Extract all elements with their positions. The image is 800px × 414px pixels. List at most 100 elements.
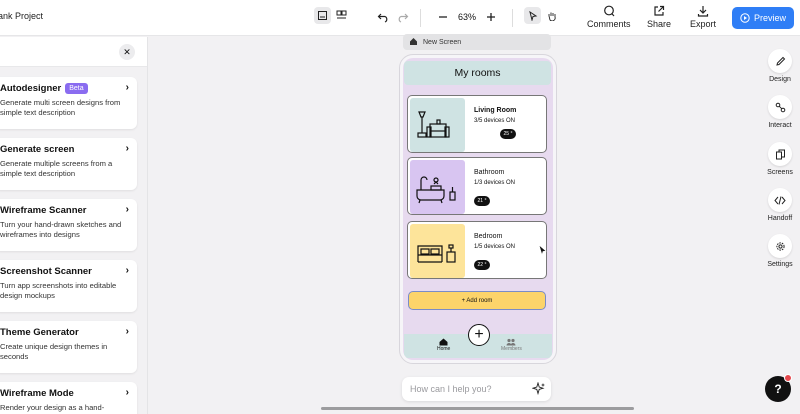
view-toggle [314, 7, 352, 29]
design-label: Design [769, 76, 791, 83]
interact-button[interactable]: Interact [760, 95, 800, 129]
plus-icon: + [474, 326, 484, 343]
undo-icon[interactable] [375, 9, 391, 25]
room-name: Bedroom [474, 233, 503, 240]
settings-label: Settings [767, 261, 793, 268]
pen-icon [775, 56, 785, 66]
top-toolbar: ank Project 63% Comments Share Export Pr… [0, 0, 800, 36]
comment-icon [603, 5, 615, 17]
horizontal-scrollbar[interactable] [321, 407, 634, 410]
room-name: Bathroom [474, 169, 505, 176]
phone-screen[interactable]: My rooms Living Room 3/5 devices ON 25 °… [399, 54, 557, 364]
screen-header: My rooms [404, 61, 551, 85]
add-fab-button[interactable]: + [468, 324, 490, 346]
screen-name-label[interactable]: New Screen [403, 34, 551, 50]
app-window: ank Project 63% Comments Share Export Pr… [0, 0, 800, 414]
tool-card-autodesigner[interactable]: Autodesigner Beta Generate multi screen d… [0, 77, 137, 129]
screen-content: My rooms Living Room 3/5 devices ON 25 °… [403, 58, 553, 360]
tab-home[interactable]: Home [437, 338, 450, 352]
add-room-button[interactable]: + Add room [408, 291, 546, 310]
tab-home-label: Home [437, 346, 451, 352]
close-icon[interactable]: ✕ [119, 44, 135, 60]
ai-assistant-input[interactable]: How can I help you? [402, 377, 551, 401]
comments-label: Comments [587, 19, 631, 29]
tool-card-wireframe-mode[interactable]: Wireframe Mode Render your design as a h… [0, 382, 137, 414]
beta-badge: Beta [65, 83, 88, 94]
tab-members-label: Members [501, 346, 522, 352]
tool-title: Generate screen [0, 144, 75, 155]
tool-description: Render your design as a hand- [0, 403, 105, 412]
room-card-bathroom[interactable]: Bathroom 1/3 devices ON 21 ° [407, 157, 547, 215]
right-sidebar: Design Interact Screens Handoff Settings [760, 37, 800, 414]
project-title[interactable]: ank Project [0, 11, 43, 21]
hand-icon[interactable] [543, 7, 560, 24]
play-icon [740, 13, 750, 23]
room-image-bathroom [410, 160, 465, 214]
screens-label: Screens [767, 169, 793, 176]
room-card-living[interactable]: Living Room 3/5 devices ON 25 ° [407, 95, 547, 153]
sofa-icon [417, 111, 450, 138]
link-nodes-icon [775, 102, 785, 112]
tool-card-screenshot-scanner[interactable]: Screenshot Scanner Turn app screenshots … [0, 260, 137, 312]
tool-title: Theme Generator [0, 327, 79, 338]
code-icon [774, 195, 786, 205]
comments-button[interactable]: Comments [587, 5, 631, 29]
tool-description: Generate multi screen designs from simpl… [0, 98, 121, 117]
room-devices: 3/5 devices ON [474, 118, 516, 124]
pointer-icon[interactable] [524, 7, 541, 24]
tool-card-theme-generator[interactable]: Theme Generator Create unique design the… [0, 321, 137, 373]
home-icon [410, 38, 417, 45]
settings-button[interactable]: Settings [760, 234, 800, 268]
members-icon [506, 338, 516, 346]
redo-icon[interactable] [395, 9, 411, 25]
room-card-bedroom[interactable]: Bedroom 1/5 devices ON 22 ° [407, 221, 547, 279]
preview-button[interactable]: Preview [732, 7, 794, 29]
room-devices: 1/3 devices ON [474, 180, 516, 186]
tool-description: Generate multiple screens from a simple … [0, 159, 113, 178]
chevron-right-icon: › [125, 387, 129, 398]
ai-tools-panel: ✕ Autodesigner Beta Generate multi screen… [0, 37, 148, 414]
mouse-cursor-icon [538, 244, 547, 256]
tool-description: Turn your hand-drawn sketches and wirefr… [0, 220, 122, 239]
chevron-right-icon: › [125, 265, 129, 276]
room-temp-badge: 22 ° [474, 260, 490, 270]
tool-title: Wireframe Mode [0, 388, 74, 399]
room-temp-badge: 25 ° [500, 129, 516, 139]
tool-card-wireframe-scanner[interactable]: Wireframe Scanner Turn your hand-drawn s… [0, 199, 137, 251]
room-image-living [410, 98, 465, 152]
gear-icon [775, 241, 785, 251]
zoom-in-icon[interactable] [483, 9, 499, 25]
handoff-button[interactable]: Handoff [760, 188, 800, 222]
screens-icon [775, 149, 785, 159]
tool-description: Turn app screenshots into editable desig… [0, 281, 117, 300]
tool-card-generate-screen[interactable]: Generate screen Generate multiple screen… [0, 138, 137, 190]
zoom-level[interactable]: 63% [455, 12, 479, 22]
export-label: Export [690, 19, 717, 29]
chevron-right-icon: › [125, 143, 129, 154]
ask-placeholder: How can I help you? [410, 384, 492, 394]
home-icon [439, 338, 448, 346]
notification-dot [784, 374, 792, 382]
tool-title: Wireframe Scanner [0, 205, 87, 216]
grid-view-icon[interactable] [333, 7, 350, 24]
room-name: Living Room [474, 107, 517, 114]
tab-members[interactable]: Members [501, 338, 522, 352]
screen-name: New Screen [423, 38, 462, 46]
download-icon [697, 6, 709, 17]
toolbar-divider [420, 9, 421, 27]
zoom-out-icon[interactable] [435, 9, 451, 25]
export-button[interactable]: Export [690, 5, 716, 29]
chevron-right-icon: › [125, 204, 129, 215]
preview-label: Preview [753, 13, 786, 23]
tool-title: Autodesigner [0, 83, 62, 94]
share-label: Share [647, 19, 672, 29]
screens-button[interactable]: Screens [760, 142, 800, 176]
single-view-icon[interactable] [314, 7, 331, 24]
design-button[interactable]: Design [760, 49, 800, 83]
pointer-mode-toggle [524, 7, 562, 27]
chevron-right-icon: › [125, 82, 129, 93]
share-button[interactable]: Share [647, 5, 671, 29]
handoff-label: Handoff [767, 215, 793, 222]
interact-label: Interact [768, 122, 792, 129]
bathtub-icon [416, 176, 456, 204]
